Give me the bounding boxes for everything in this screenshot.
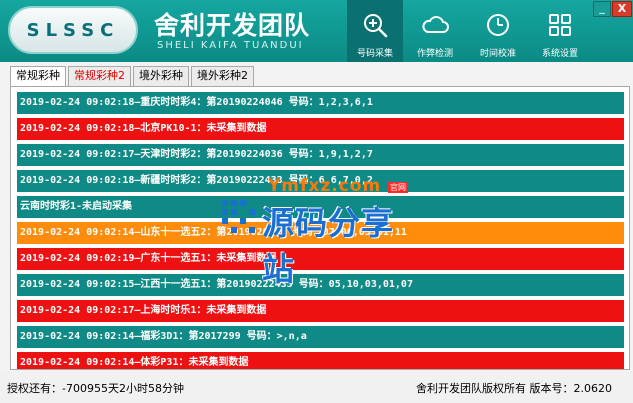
result-list: 2019-02-24 09:02:18—重庆时时彩4：第20190224046 … bbox=[17, 92, 624, 369]
result-row: 2019-02-24 09:02:19—广东十一选五1：未采集到数据 bbox=[17, 248, 624, 270]
tab-regular-lottery-2[interactable]: 常规彩种2 bbox=[68, 66, 131, 86]
nav-time-calibrate-button[interactable]: 时间校准 bbox=[470, 0, 526, 62]
result-row: 2019-02-24 09:02:14—体彩P31：未采集到数据 bbox=[17, 352, 624, 369]
tab-bar: 常规彩种 常规彩种2 境外彩种 境外彩种2 bbox=[10, 66, 256, 87]
license-remaining: 授权还有：-700955天2小时58分钟 bbox=[7, 382, 184, 395]
nav-label: 作弊检测 bbox=[416, 49, 453, 59]
nav-cheat-check-button[interactable]: 作弊检测 bbox=[407, 0, 463, 62]
result-row: 2019-02-24 09:02:17—天津时时彩2：第20190224036 … bbox=[17, 144, 624, 166]
brand-title: 舍利开发团队 bbox=[154, 11, 311, 40]
result-row: 2019-02-24 09:02:18—北京PK10-1：未采集到数据 bbox=[17, 118, 624, 140]
close-button[interactable]: X bbox=[612, 1, 632, 17]
status-bar: 授权还有：-700955天2小时58分钟 舍利开发团队版权所有 版本号：2.06… bbox=[0, 372, 633, 403]
result-row: 2019-02-24 09:02:18—新疆时时彩2：第20190222433 … bbox=[17, 170, 624, 192]
app-window: SLSSC 舍利开发团队 SHELI KAIFA TUANDUI 号码采集 作弊… bbox=[0, 0, 633, 403]
minimize-button[interactable]: _ bbox=[593, 1, 611, 17]
nav-system-settings-button[interactable]: 系统设置 bbox=[532, 0, 588, 62]
copyright-version: 舍利开发团队版权所有 版本号：2.0620 bbox=[416, 382, 612, 395]
results-panel: 2019-02-24 09:02:18—重庆时时彩4：第20190224046 … bbox=[10, 86, 630, 370]
clock-icon bbox=[487, 14, 509, 36]
nav-label: 时间校准 bbox=[479, 49, 516, 59]
header-bar: SLSSC 舍利开发团队 SHELI KAIFA TUANDUI 号码采集 作弊… bbox=[0, 0, 633, 62]
grid-icon bbox=[549, 14, 571, 36]
tab-overseas-lottery[interactable]: 境外彩种 bbox=[133, 66, 189, 86]
result-row: 2019-02-24 09:02:15—江西十一选五1：第20190222435… bbox=[17, 274, 624, 296]
nav-label: 系统设置 bbox=[541, 49, 578, 59]
cloud-icon bbox=[422, 16, 449, 33]
result-row: 2019-02-24 09:02:14—福彩3D1：第2017299 号码：>,… bbox=[17, 326, 624, 348]
tab-overseas-lottery-2[interactable]: 境外彩种2 bbox=[191, 66, 254, 86]
result-row: 云南时时彩1-未启动采集 bbox=[17, 196, 624, 218]
tab-regular-lottery[interactable]: 常规彩种 bbox=[10, 66, 66, 87]
result-row: 2019-02-24 09:02:17—上海时时乐1：未采集到数据 bbox=[17, 300, 624, 322]
brand-subtitle: SHELI KAIFA TUANDUI bbox=[157, 40, 304, 51]
result-row: 2019-02-24 09:02:14—山东十一选五2：第2019020123 … bbox=[17, 222, 624, 244]
logo-text: SLSSC bbox=[26, 19, 120, 41]
logo: SLSSC bbox=[8, 6, 138, 54]
nav-label: 号码采集 bbox=[356, 49, 393, 59]
nav-number-collect-button[interactable]: 号码采集 bbox=[347, 0, 403, 62]
result-row: 2019-02-24 09:02:18—重庆时时彩4：第20190224046 … bbox=[17, 92, 624, 114]
search-plus-icon bbox=[364, 14, 388, 38]
